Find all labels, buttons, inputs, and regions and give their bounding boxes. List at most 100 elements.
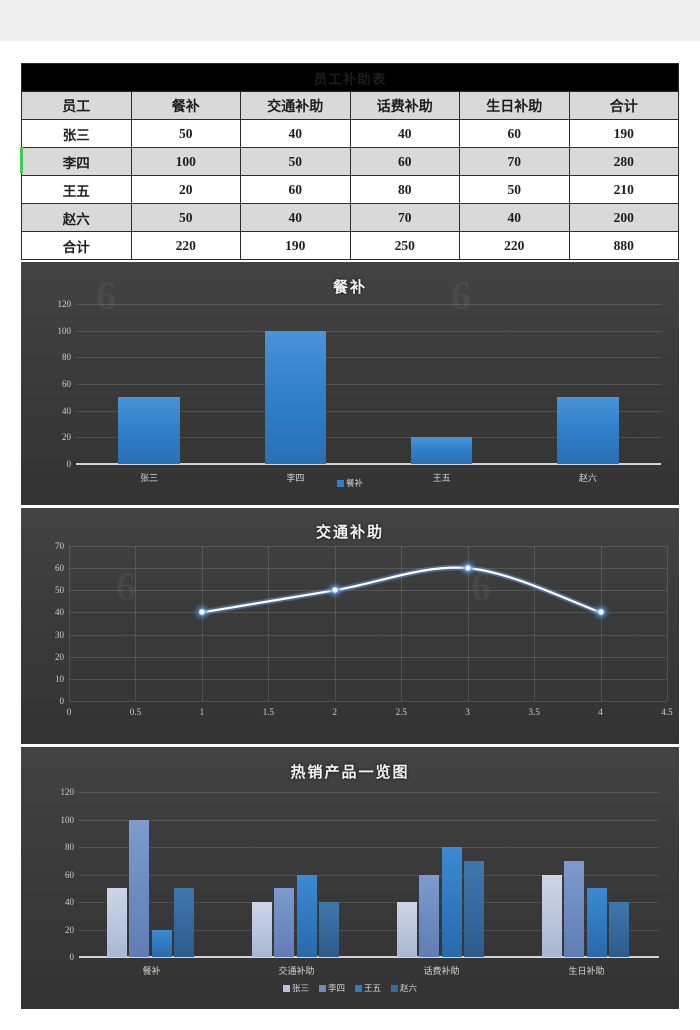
bar[interactable] [129, 819, 150, 957]
bar[interactable] [541, 874, 562, 957]
cell-total: 280 [568, 147, 679, 176]
chart-title: 餐补 [332, 280, 367, 296]
legend-swatch-icon [391, 985, 399, 992]
bar[interactable] [151, 929, 172, 957]
bar[interactable] [441, 847, 462, 957]
y-axis-tick: 80 [62, 352, 71, 363]
y-axis-tick: 20 [62, 432, 71, 443]
bar[interactable] [410, 437, 473, 464]
x-axis-tick: 话费补助 [423, 966, 460, 976]
cell-birthday: 70 [459, 147, 570, 176]
chart-title: 热销产品一览图 [290, 765, 410, 781]
table-title: 员工补助表 [21, 63, 679, 92]
data-point-marker[interactable] [331, 586, 339, 594]
bar[interactable] [106, 888, 127, 957]
table-row[interactable]: 李四 100 50 60 70 280 [21, 147, 679, 176]
table-row[interactable]: 赵六 50 40 70 40 200 [21, 203, 679, 232]
x-axis-tick: 4.5 [661, 707, 673, 717]
y-axis-tick: 60 [62, 379, 71, 389]
y-axis-tick: 0 [66, 459, 72, 469]
bar[interactable] [264, 330, 327, 464]
table-row[interactable]: 张三 50 40 40 60 190 [21, 119, 679, 148]
bar[interactable] [318, 902, 340, 957]
data-point-marker[interactable] [597, 608, 605, 616]
x-axis-tick: 2 [332, 707, 338, 717]
bar[interactable] [564, 860, 585, 957]
x-axis-tick: 餐补 [142, 966, 161, 976]
bar[interactable] [586, 888, 607, 957]
cell-transport: 50 [240, 147, 351, 176]
bar[interactable] [396, 902, 417, 957]
cell-total: 880 [568, 231, 679, 260]
chart-legend[interactable]: 餐补 [21, 477, 679, 489]
cell-transport: 60 [240, 175, 351, 204]
gridline [79, 957, 659, 958]
y-axis-tick: 80 [65, 842, 74, 852]
bar[interactable] [251, 902, 272, 957]
legend-label: 赵六 [400, 983, 418, 993]
y-axis-tick: 70 [55, 541, 64, 551]
line-series [198, 564, 604, 616]
gridline [76, 330, 661, 332]
y-axis-tick: 120 [57, 299, 72, 309]
legend-swatch-icon [318, 985, 326, 992]
page-root: 员工补助表 员工 餐补 交通补助 话费补助 生日补助 合计 张三 50 40 4… [0, 0, 700, 1030]
y-axis-tick: 20 [65, 924, 74, 935]
cell-employee-name: 赵六 [21, 203, 132, 232]
bar[interactable] [173, 888, 195, 957]
gridline [79, 792, 659, 793]
bar[interactable] [608, 902, 630, 957]
column-header-phone: 话费补助 [349, 91, 460, 120]
data-point-marker[interactable] [198, 608, 206, 616]
y-axis-tick: 40 [55, 607, 64, 618]
bar[interactable] [118, 397, 180, 464]
cell-employee-name: 合计 [21, 231, 132, 260]
employee-subsidy-table: 员工补助表 员工 餐补 交通补助 话费补助 生日补助 合计 张三 50 40 4… [21, 63, 679, 260]
cell-birthday: 60 [459, 119, 570, 148]
cell-meal: 50 [130, 203, 241, 232]
cell-employee-name: 王五 [21, 175, 132, 204]
table-header-row: 员工 餐补 交通补助 话费补助 生日补助 合计 [21, 91, 679, 120]
cell-meal: 100 [130, 147, 241, 176]
bar[interactable] [557, 397, 619, 464]
x-axis-tick: 交通补助 [278, 966, 315, 976]
chart-hot-products[interactable]: 热销产品一览图 0 20 40 60 80 100 120 餐补 交通补助 话费补助 生日补助 张三… [21, 747, 679, 1009]
bar[interactable] [463, 860, 485, 957]
legend-item: 餐补 [336, 477, 363, 489]
row-selection-marker [20, 147, 23, 173]
table-row[interactable]: 王五 20 60 80 50 210 [21, 175, 679, 204]
cell-birthday: 220 [459, 231, 570, 260]
y-axis-tick: 40 [65, 897, 74, 907]
table-total-row[interactable]: 合计 220 190 250 220 880 [21, 231, 679, 260]
cell-transport: 40 [240, 203, 351, 232]
x-axis-tick: 生日补助 [568, 966, 605, 976]
cell-total: 200 [568, 203, 679, 232]
legend-label: 张三 [291, 983, 309, 993]
gridline [667, 546, 668, 701]
bar[interactable] [296, 874, 317, 957]
chart-transport-subsidy[interactable]: 6 6 交通补助 0 10 20 30 40 50 60 70 0 0.5 1 1.5 2 2.5 3 3.5… [21, 508, 679, 744]
chart-meal-subsidy[interactable]: 6 6 餐补 0 20 40 60 80 100 120 张三 李四 王五 赵六 餐补 [21, 262, 679, 505]
legend-item[interactable]: 赵六 [391, 982, 417, 994]
cell-phone: 60 [349, 147, 460, 176]
bar[interactable] [419, 874, 440, 957]
gridline [76, 384, 661, 385]
gridline [79, 819, 659, 821]
legend-item[interactable]: 王五 [355, 982, 381, 994]
bar[interactable] [274, 888, 295, 957]
x-axis-tick: 4 [598, 707, 603, 717]
legend-label: 餐补 [345, 478, 363, 488]
legend-label: 李四 [327, 983, 345, 993]
chart-legend[interactable]: 张三 李四 王五 赵六 [21, 982, 679, 994]
data-point-marker[interactable] [464, 564, 472, 572]
y-axis-tick: 120 [60, 787, 75, 797]
chart-plot-area: 0 10 20 30 40 50 60 70 0 0.5 1 1.5 2 2.5 3 3.5 4 4.5 [55, 541, 673, 717]
legend-item[interactable]: 李四 [318, 982, 345, 994]
x-axis-tick: 1.5 [262, 707, 274, 717]
cell-meal: 20 [130, 175, 241, 204]
y-axis-tick: 50 [55, 585, 64, 596]
y-axis-tick: 40 [62, 405, 71, 416]
x-axis-tick: 2.5 [395, 707, 407, 717]
cell-meal: 220 [130, 231, 241, 260]
legend-item[interactable]: 张三 [282, 982, 309, 994]
